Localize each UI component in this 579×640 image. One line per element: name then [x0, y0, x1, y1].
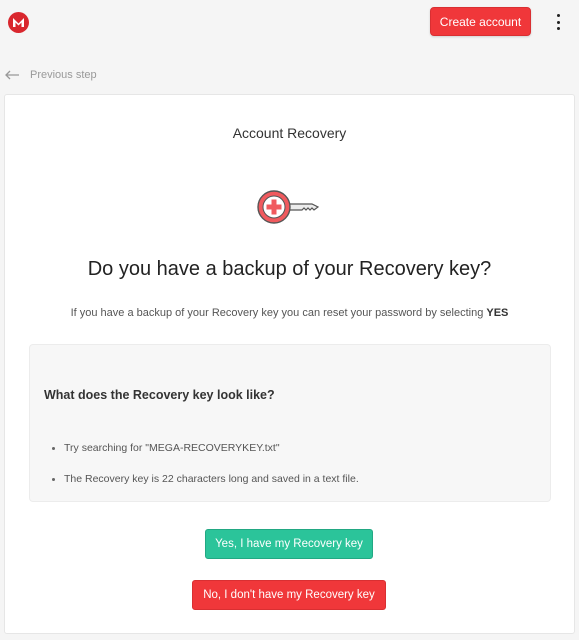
- page-title: Account Recovery: [232, 125, 347, 141]
- arrow-left-icon: [5, 70, 19, 80]
- create-account-button[interactable]: Create account: [430, 7, 531, 36]
- description-text: If you have a backup of your Recovery ke…: [70, 307, 484, 319]
- previous-step-link[interactable]: Previous step: [4, 66, 97, 84]
- list-item: The Recovery key is 22 characters long a…: [52, 473, 359, 485]
- description-yes: YES: [486, 307, 509, 319]
- info-item-text: The Recovery key is 22 characters long a…: [64, 473, 359, 485]
- bullet-icon: [52, 446, 55, 450]
- previous-step-label: Previous step: [30, 69, 97, 81]
- recovery-description: If you have a backup of your Recovery ke…: [5, 307, 574, 319]
- info-item-text: Try searching for "MEGA-RECOVERYKEY.txt": [64, 442, 280, 454]
- recovery-question: Do you have a backup of your Recovery ke…: [87, 258, 492, 280]
- top-bar: Create account: [0, 0, 579, 44]
- info-title: What does the Recovery key look like?: [44, 388, 275, 402]
- recovery-card: Account Recovery Do you have a backup of…: [4, 94, 575, 634]
- list-item: Try searching for "MEGA-RECOVERYKEY.txt": [52, 442, 280, 454]
- more-vertical-icon[interactable]: [550, 12, 566, 32]
- mega-logo-icon[interactable]: [8, 12, 29, 33]
- yes-have-key-button[interactable]: Yes, I have my Recovery key: [205, 529, 373, 559]
- recovery-key-icon: [257, 190, 320, 224]
- bullet-icon: [52, 477, 55, 481]
- recovery-key-info-box: What does the Recovery key look like? Tr…: [29, 344, 551, 502]
- no-key-button[interactable]: No, I don't have my Recovery key: [192, 580, 386, 610]
